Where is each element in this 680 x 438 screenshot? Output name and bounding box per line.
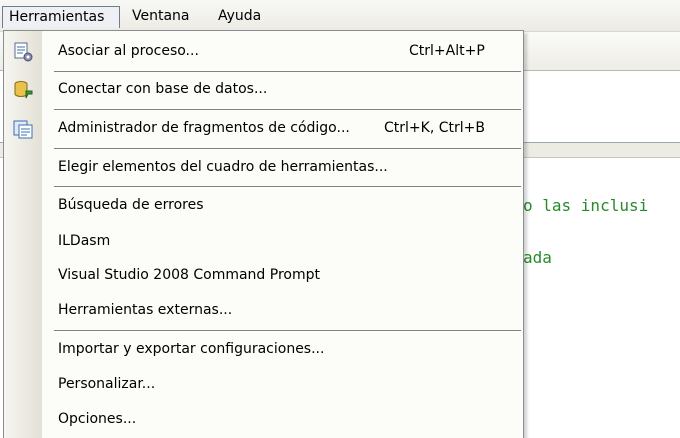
- code-comment-line: ada: [523, 248, 552, 267]
- menu-item-label: Opciones...: [58, 411, 137, 427]
- menu-item-label: Personalizar...: [58, 376, 156, 392]
- menu-item-label: ILDasm: [58, 233, 111, 249]
- menu-separator: [54, 148, 521, 149]
- menu-item-label: Búsqueda de errores: [58, 197, 204, 213]
- menu-item-connect-database[interactable]: Conectar con base de datos...: [4, 73, 523, 107]
- menu-item-error-lookup[interactable]: Búsqueda de errores: [4, 189, 523, 223]
- menu-item-external-tools[interactable]: Herramientas externas...: [4, 294, 523, 328]
- menu-item-shortcut: Ctrl+Alt+P: [409, 43, 485, 59]
- menu-item-import-export-settings[interactable]: Importar y exportar configuraciones...: [4, 333, 523, 367]
- menu-item-ildasm[interactable]: ILDasm: [4, 225, 523, 259]
- menu-separator: [54, 109, 521, 110]
- menu-item-vs-command-prompt[interactable]: Visual Studio 2008 Command Prompt: [4, 259, 523, 293]
- menu-item-label: Conectar con base de datos...: [58, 81, 268, 97]
- menu-bar: Herramientas Ventana Ayuda: [0, 0, 680, 32]
- menu-item-snippet-manager[interactable]: Administrador de fragmentos de código...…: [4, 112, 523, 146]
- menu-ventana[interactable]: Ventana: [126, 6, 196, 28]
- menu-herramientas[interactable]: Herramientas: [2, 6, 120, 28]
- menu-item-label: Importar y exportar configuraciones...: [58, 341, 325, 357]
- code-comment-line: o las inclusi: [523, 196, 649, 215]
- menu-item-attach-process[interactable]: Asociar al proceso... Ctrl+Alt+P: [4, 35, 523, 69]
- menu-ayuda[interactable]: Ayuda: [212, 6, 267, 28]
- menu-item-choose-toolbox-items[interactable]: Elegir elementos del cuadro de herramien…: [4, 151, 523, 185]
- menu-separator: [54, 71, 521, 72]
- snippet-manager-icon: [12, 118, 34, 140]
- menu-separator: [54, 330, 521, 331]
- menu-item-label: Administrador de fragmentos de código...: [58, 120, 350, 136]
- menu-item-shortcut: Ctrl+K, Ctrl+B: [384, 120, 485, 136]
- menu-separator: [54, 186, 521, 187]
- menu-item-label: Elegir elementos del cuadro de herramien…: [58, 159, 388, 175]
- menu-item-label: Asociar al proceso...: [58, 43, 199, 59]
- connect-database-icon: [12, 79, 34, 101]
- menu-item-customize[interactable]: Personalizar...: [4, 368, 523, 402]
- tools-dropdown-menu: Asociar al proceso... Ctrl+Alt+P Conecta…: [3, 30, 524, 438]
- menu-item-label: Herramientas externas...: [58, 302, 233, 318]
- menu-item-options[interactable]: Opciones...: [4, 403, 523, 437]
- menu-item-label: Visual Studio 2008 Command Prompt: [58, 267, 320, 283]
- attach-process-icon: [12, 41, 34, 63]
